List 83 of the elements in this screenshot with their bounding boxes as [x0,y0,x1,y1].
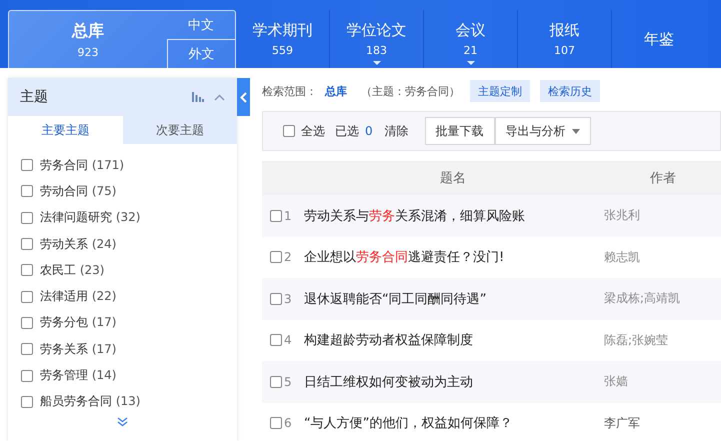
checkbox[interactable] [21,238,33,250]
result-title[interactable]: 退休返聘能否“同工同酬同待遇” [304,290,604,308]
author-cell[interactable]: 李广军 [604,414,640,432]
row-checkbox[interactable] [270,417,282,430]
facet-item-label[interactable]: 劳动关系 (24) [40,236,116,253]
chevron-left-icon [240,92,247,102]
database-tab[interactable]: 会议 21 [424,10,518,68]
checkbox[interactable] [21,185,33,198]
row-number: 1 [283,208,293,223]
result-title[interactable]: 劳动关系与劳务关系混淆，细算风险账 [304,206,604,225]
author-cell[interactable]: 陈磊;张婉莹 [604,332,668,349]
checkbox[interactable] [21,343,33,356]
row-checkbox[interactable] [270,334,282,346]
checkbox[interactable] [21,396,33,408]
clear-link[interactable]: 清除 [384,122,409,140]
row-checkbox[interactable] [270,210,282,222]
tab-label: 总库 [72,20,104,42]
tab-label: 报纸 [550,21,580,40]
language-button[interactable]: 外文 [167,40,235,68]
scope-label: 检索范围： [262,84,317,98]
selected-count: 0 [365,124,373,138]
facet-title: 主题 [20,88,49,106]
result-title[interactable]: 构建超龄劳动者权益保障制度 [304,331,604,350]
scope-button[interactable]: 主题定制 [470,80,530,102]
column-header: 题名 [440,170,467,187]
tab-count: 183 [366,44,387,57]
row-number: 3 [283,292,293,306]
facet-item-label[interactable]: 法律问题研究 (32) [40,209,140,226]
database-tab[interactable]: 报纸 107 [518,10,612,68]
chevron-up-icon[interactable] [214,94,225,100]
scope-value: 总库 [325,84,347,98]
result-title[interactable]: “与人方便”的他们，权益如何保障？ [304,414,604,432]
row-checkbox[interactable] [270,251,282,264]
column-header: 作者 [650,170,676,187]
facet-item-label[interactable]: 劳动合同 (75) [40,182,116,200]
selected-label: 已选 [335,122,359,140]
select-all-checkbox[interactable] [283,125,295,137]
result-title[interactable]: 企业想以劳务合同逃避责任？没门! [304,248,604,266]
checkbox[interactable] [21,212,33,224]
facet-tab[interactable]: 次要主题 [122,116,237,144]
row-checkbox[interactable] [270,376,282,388]
scope-button[interactable]: 检索历史 [540,80,600,102]
result-row[interactable]: 3 退休返聘能否“同工同酬同待遇” 梁成栋;高靖凯 [262,278,721,320]
facet-item-label[interactable]: 法律适用 (22) [40,288,116,306]
tab-count: 923 [78,46,98,58]
database-tab[interactable]: 总库 923 中文 外文 [8,10,236,68]
tab-count: 559 [272,44,293,57]
tab-label: 年鉴 [644,30,674,48]
facet-item-label[interactable]: 劳务关系 (17) [40,340,116,358]
result-title[interactable]: 日结工维权如何变被动为主动 [304,372,604,391]
row-number: 5 [283,374,293,389]
result-row[interactable]: 1 劳动关系与劳务关系混淆，细算风险账 张兆利 [262,195,721,236]
toolbar-button[interactable]: 批量下载 [424,117,495,145]
collapse-button[interactable] [237,78,250,116]
facet-item-label[interactable]: 劳务分包 (17) [40,314,116,332]
row-number: 4 [283,333,293,348]
facet-item-label[interactable]: 劳务管理 (14) [40,367,116,384]
checkbox[interactable] [21,290,33,303]
select-all-label[interactable]: 全选 [301,122,325,140]
checkbox[interactable] [21,264,33,276]
result-row[interactable]: 5 日结工维权如何变被动为主动 张嫱 [262,361,721,402]
tab-label: 学位论文 [346,21,406,40]
row-number: 6 [283,416,293,430]
row-number: 2 [283,250,293,264]
tab-label: 会议 [456,21,486,40]
tab-count: 21 [464,44,478,57]
facet-item-label[interactable]: 船员劳务合同 (13) [40,393,140,410]
language-button[interactable]: 中文 [167,11,235,40]
checkbox[interactable] [21,159,33,172]
query-text: （主题：劳务合同） [361,84,460,98]
tab-count: 107 [554,44,575,57]
expand-more-icon[interactable] [117,416,128,427]
facet-item-label[interactable]: 农民工 (23) [40,262,104,279]
tab-label: 学术期刊 [252,21,312,40]
database-tab[interactable]: 学位论文 183 [330,10,424,68]
bar-chart-icon[interactable] [192,92,204,102]
toolbar-button[interactable]: 导出与分析 [494,117,591,145]
checkbox[interactable] [21,316,33,329]
checkbox[interactable] [21,370,33,382]
database-tab[interactable]: 年鉴 [612,10,706,68]
facet-item-label[interactable]: 劳务合同 (171) [40,156,124,174]
database-tab[interactable]: 学术期刊 559 [236,10,330,68]
row-checkbox[interactable] [270,292,282,305]
